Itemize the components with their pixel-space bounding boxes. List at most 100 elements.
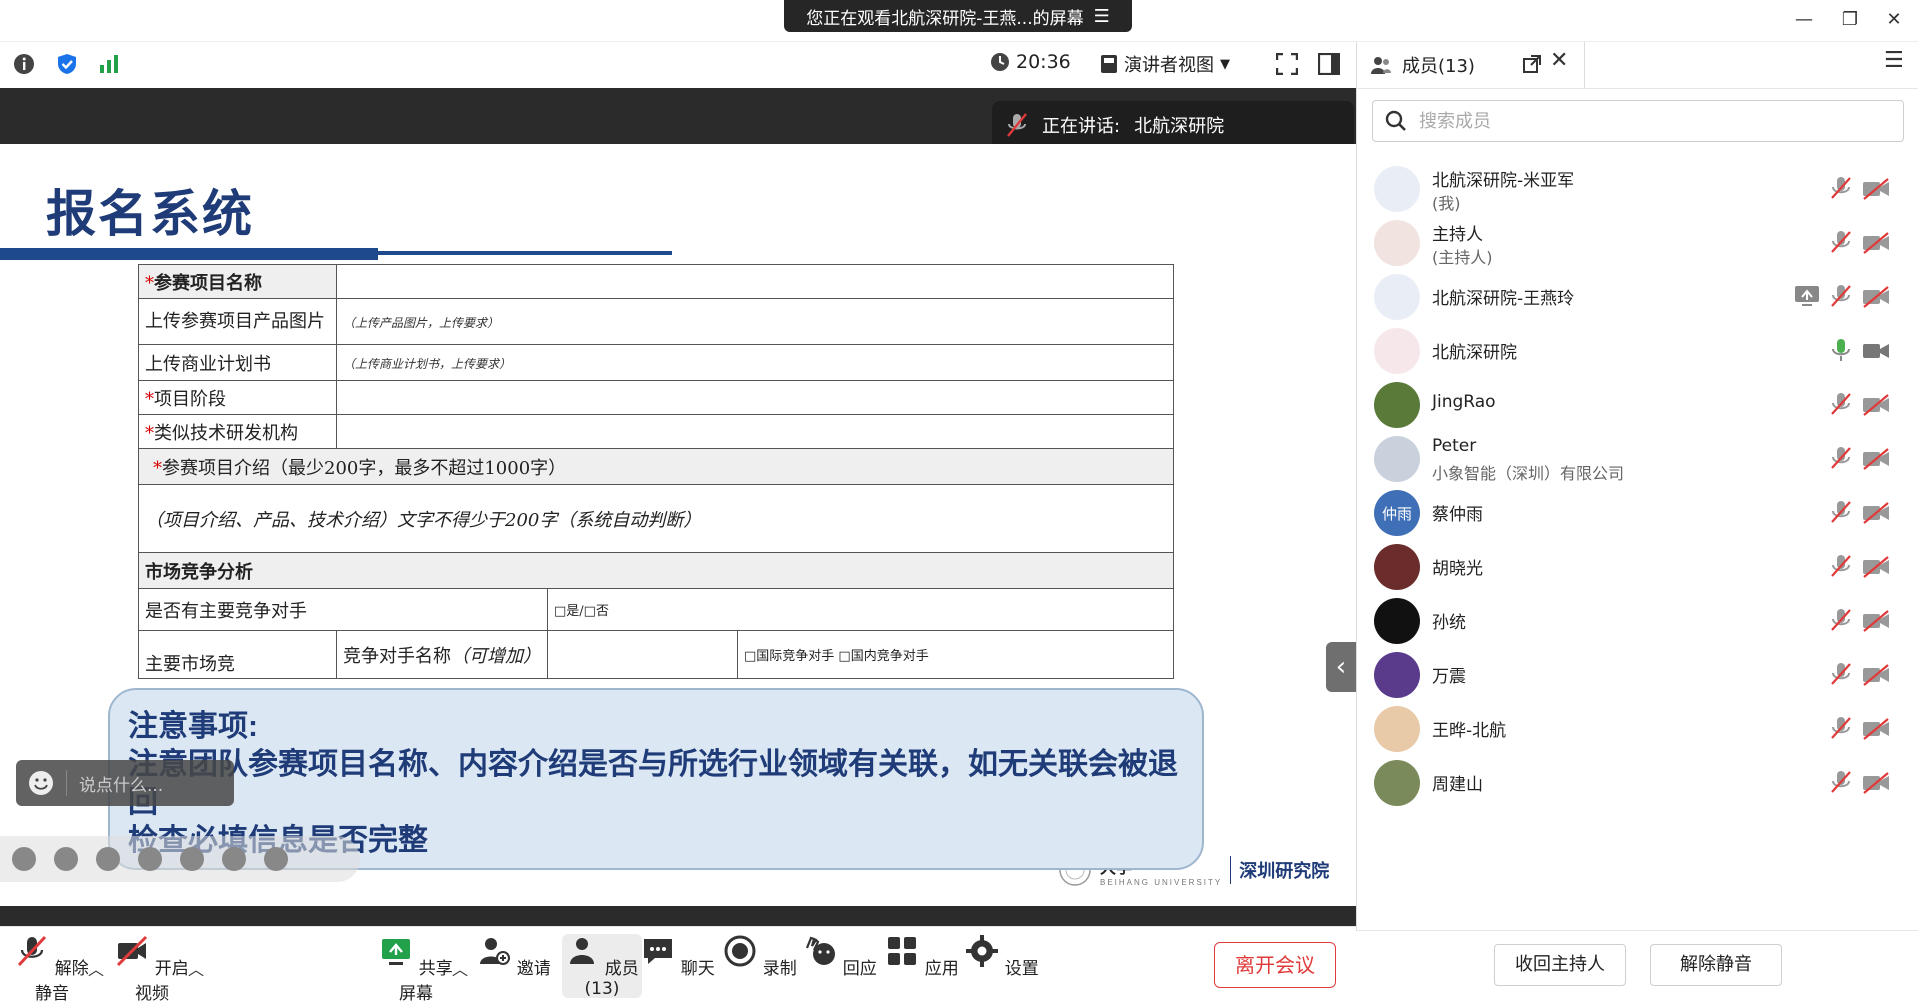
prev-icon[interactable] — [12, 847, 36, 871]
invite-user-icon — [480, 938, 511, 965]
share-screen-button[interactable]: 共享屏幕 — [376, 934, 456, 1004]
search-input[interactable] — [1419, 110, 1859, 132]
member-row[interactable]: JingRao — [1356, 376, 1918, 436]
member-row[interactable]: 北航深研院-王燕玲 — [1356, 268, 1918, 328]
member-search[interactable] — [1372, 100, 1904, 142]
member-row[interactable]: 胡晓光 — [1356, 538, 1918, 598]
video-on-icon[interactable] — [1862, 340, 1890, 362]
muted-mic-icon — [1007, 113, 1027, 137]
video-off-icon[interactable] — [1862, 664, 1890, 686]
field-value — [336, 264, 1174, 299]
view-mode-dropdown[interactable]: 演讲者视图 ▼ — [1100, 51, 1230, 77]
close-panel-icon[interactable]: ✕ — [1550, 48, 1568, 73]
pen-icon[interactable] — [96, 847, 120, 871]
member-row[interactable]: 仲雨 蔡仲雨 — [1356, 484, 1918, 544]
invite-button[interactable]: 邀请 — [474, 934, 554, 979]
chevron-up-icon[interactable]: ︿ — [452, 956, 468, 980]
chat-button[interactable]: 聊天 — [638, 934, 718, 979]
muted-mic-icon[interactable] — [1830, 176, 1852, 200]
reaction-button[interactable]: 回应 — [800, 934, 880, 979]
leave-meeting-button[interactable]: 离开会议 — [1214, 942, 1336, 988]
screenshot-icon[interactable] — [138, 847, 162, 871]
video-off-icon[interactable] — [1862, 718, 1890, 740]
popout-icon[interactable] — [1522, 54, 1542, 74]
muted-mic-icon[interactable] — [1830, 230, 1852, 254]
muted-mic-icon[interactable] — [1830, 500, 1852, 524]
shield-icon[interactable] — [56, 53, 78, 75]
minimize-icon[interactable]: — — [1786, 6, 1822, 34]
emoji-icon[interactable] — [28, 770, 54, 796]
chevron-up-icon[interactable]: ︿ — [88, 956, 104, 980]
muted-mic-icon[interactable] — [1830, 770, 1852, 794]
comment-icon[interactable] — [222, 847, 246, 871]
member-row[interactable]: 主持人 (主持人) — [1356, 214, 1918, 274]
chevron-up-icon[interactable]: ︿ — [188, 956, 204, 980]
quick-chat-input[interactable]: 说点什么... — [16, 760, 234, 806]
muted-mic-icon[interactable] — [1830, 662, 1852, 686]
reclaim-host-button[interactable]: 收回主持人 — [1494, 944, 1626, 986]
video-off-icon[interactable] — [1862, 232, 1890, 254]
menu-lines-icon[interactable]: ☰ — [1094, 6, 1110, 27]
member-row[interactable]: 北航深研院-米亚军 (我) — [1356, 160, 1918, 220]
field-value — [547, 630, 738, 679]
title-underline-thin — [378, 251, 672, 255]
layout-split-icon[interactable] — [1318, 53, 1340, 75]
member-row[interactable]: 王晔-北航 — [1356, 700, 1918, 760]
member-subtitle: (我) — [1432, 194, 1461, 213]
signal-icon[interactable] — [98, 53, 120, 75]
video-off-icon[interactable] — [1862, 556, 1890, 578]
muted-mic-icon[interactable] — [1830, 608, 1852, 632]
unmute-all-button[interactable]: 解除静音 — [1650, 944, 1782, 986]
members-button[interactable]: 成员(13) — [562, 934, 642, 999]
member-row[interactable]: 孙统 — [1356, 592, 1918, 652]
screen-share-banner[interactable]: 您正在观看北航深研院-王燕...的屏幕 ☰ — [784, 0, 1132, 32]
member-subtitle: 小象智能（深圳）有限公司 — [1432, 464, 1625, 483]
video-off-icon[interactable] — [1862, 394, 1890, 416]
member-name: 胡晓光 — [1432, 559, 1483, 579]
more-icon[interactable] — [264, 847, 288, 871]
member-row[interactable]: Peter 小象智能（深圳）有限公司 — [1356, 430, 1918, 490]
avatar — [1374, 220, 1420, 266]
member-name: 北航深研院-王燕玲 — [1432, 289, 1575, 309]
field-options: □是/□否 — [547, 588, 1174, 631]
annotation-toolbar — [0, 836, 360, 882]
next-icon[interactable] — [54, 847, 78, 871]
members-panel-tab[interactable]: 成员(13) — [1370, 42, 1580, 88]
collapse-arrow-icon[interactable]: ‹ — [1326, 642, 1356, 692]
restore-icon[interactable]: ❐ — [1832, 6, 1868, 34]
video-off-icon[interactable] — [1862, 610, 1890, 632]
video-off-icon[interactable] — [1862, 772, 1890, 794]
close-window-icon[interactable]: ✕ — [1876, 6, 1912, 34]
mic-active-icon[interactable] — [1830, 338, 1852, 362]
apps-button[interactable]: 应用 — [882, 934, 962, 979]
muted-mic-icon[interactable] — [1830, 392, 1852, 416]
video-off-icon[interactable] — [1862, 448, 1890, 470]
muted-mic-icon[interactable] — [1830, 716, 1852, 740]
video-off-icon[interactable] — [1862, 502, 1890, 524]
video-off-icon[interactable] — [1862, 178, 1890, 200]
notice-line: 注意团队参赛项目名称、内容介绍是否与所选行业领域有关联，如无关联会被退回 — [128, 748, 1178, 819]
active-speaker-indicator: 正在讲话: 北航深研院 — [992, 101, 1354, 149]
title-underline-bar — [0, 248, 378, 260]
start-video-button[interactable]: 开启视频 — [112, 934, 192, 1004]
muted-mic-icon[interactable] — [1830, 284, 1852, 308]
registration-form-table: *参赛项目名称 上传参赛项目产品图片 （上传产品图片，上传要求） 上传商业计划书… — [138, 264, 1174, 679]
fullscreen-icon[interactable] — [1276, 53, 1298, 75]
hamburger-menu-icon[interactable]: ☰ — [1884, 48, 1904, 73]
muted-mic-icon[interactable] — [1830, 554, 1852, 578]
record-button[interactable]: 录制 — [720, 934, 800, 979]
video-off-icon[interactable] — [1862, 286, 1890, 308]
avatar: 仲雨 — [1374, 490, 1420, 536]
member-row[interactable]: 北航深研院 — [1356, 322, 1918, 382]
unmute-button[interactable]: 解除静音 — [12, 934, 92, 1004]
table-row: 主要市场竞 竞争对手名称（可增加） □国际竞争对手 □国内竞争对手 — [138, 630, 1174, 679]
settings-button[interactable]: 设置 — [962, 934, 1042, 979]
info-icon[interactable] — [13, 53, 35, 75]
table-row: （项目介绍、产品、技术介绍）文字不得少于200字（系统自动判断） — [138, 484, 1174, 553]
table-row: *类似技术研发机构 — [138, 414, 1174, 449]
member-row[interactable]: 万震 — [1356, 646, 1918, 706]
muted-mic-icon[interactable] — [1830, 446, 1852, 470]
camera-icon[interactable] — [180, 847, 204, 871]
member-row[interactable]: 周建山 — [1356, 754, 1918, 814]
settings-label: 设置 — [1004, 959, 1039, 979]
